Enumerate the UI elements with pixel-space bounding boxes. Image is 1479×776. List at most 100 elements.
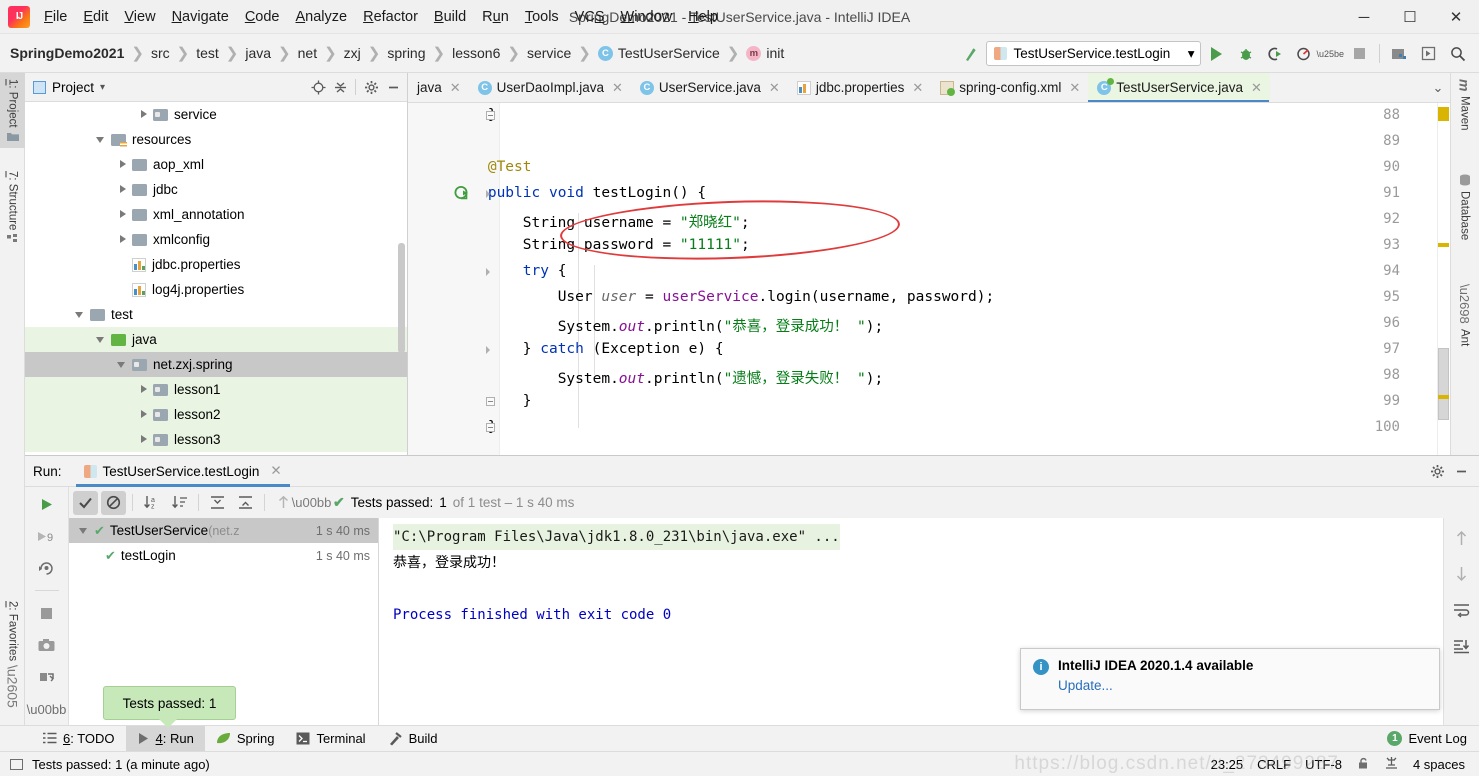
make-project-icon[interactable] [957, 40, 984, 67]
hide-panel-icon[interactable] [1451, 461, 1471, 481]
scroll-to-end-button[interactable] [1450, 636, 1474, 656]
editor-scrollbar[interactable] [1437, 103, 1450, 455]
debug-button[interactable] [1232, 40, 1259, 67]
chevron-closed-icon[interactable] [117, 209, 128, 220]
import-test-results-button[interactable] [35, 667, 59, 687]
rerun-failed-tests-button[interactable]: 9 [35, 526, 59, 546]
tree-node-jdbc[interactable]: jdbc [25, 177, 407, 202]
stop-button[interactable] [35, 603, 59, 623]
menu-item-run[interactable]: Run [474, 6, 517, 28]
chevron-closed-icon[interactable] [138, 384, 149, 395]
tree-node-resources[interactable]: resources [25, 127, 407, 152]
scroll-down-button[interactable] [1450, 564, 1474, 584]
sidebar-item-favorites[interactable]: 2: Favorites \u2605 [0, 595, 25, 714]
tree-node-log4j-properties[interactable]: log4j.properties [25, 277, 407, 302]
maximize-button[interactable]: ☐ [1387, 0, 1433, 34]
tree-node-java[interactable]: java [25, 327, 407, 352]
menu-item-build[interactable]: Build [426, 6, 474, 28]
editor-tab-testuserservice-java[interactable]: C TestUserService.java ✕ [1088, 73, 1270, 102]
close-icon[interactable]: ✕ [450, 80, 461, 96]
close-icon[interactable]: ✕ [612, 80, 623, 96]
chevron-closed-icon[interactable] [138, 434, 149, 445]
sidebar-item-database[interactable]: Database [1450, 168, 1479, 246]
editor-scrollbar-thumb[interactable] [1438, 348, 1449, 420]
code-line[interactable]: } [418, 419, 497, 435]
run-button[interactable] [1203, 40, 1230, 67]
chevron-closed-icon[interactable] [117, 234, 128, 245]
tree-node-lesson3[interactable]: lesson3 [25, 427, 407, 452]
breadcrumb-item-net[interactable]: net [298, 45, 317, 61]
chevron-closed-icon[interactable] [117, 159, 128, 170]
branch-icon[interactable] [1384, 756, 1399, 773]
notification-update-link[interactable]: Update... [1058, 678, 1427, 693]
expand-all-button[interactable] [205, 491, 230, 515]
breadcrumb-item-springdemo2021[interactable]: SpringDemo2021 [10, 45, 124, 61]
code-line[interactable]: System.out.println("恭喜，登录成功！ "); [418, 315, 884, 336]
tree-node-lesson2[interactable]: lesson2 [25, 402, 407, 427]
tree-node-xmlconfig[interactable]: xmlconfig [25, 227, 407, 252]
tree-node-service[interactable]: service [25, 102, 407, 127]
fold-marker[interactable] [486, 423, 495, 432]
code-line[interactable]: String username = "郑晓红"; [418, 211, 750, 232]
chevron-open-icon[interactable] [75, 309, 86, 320]
breadcrumb-item-service[interactable]: service [527, 45, 571, 61]
menu-item-edit[interactable]: Edit [75, 6, 116, 28]
chevron-closed-icon[interactable] [138, 409, 149, 420]
sidebar-item-maven[interactable]: m Maven [1450, 73, 1479, 137]
soft-wrap-button[interactable] [1450, 600, 1474, 620]
code-line[interactable]: } catch (Exception e) { [418, 341, 724, 357]
update-project-button[interactable] [1386, 40, 1413, 67]
breadcrumb-item-zxj[interactable]: zxj [344, 45, 361, 61]
toggle-auto-test-button[interactable] [35, 558, 59, 578]
chevron-open-icon[interactable] [79, 525, 90, 536]
breadcrumb-item-test[interactable]: test [196, 45, 219, 61]
tree-node-xml-annotation[interactable]: xml_annotation [25, 202, 407, 227]
editor-tab-java[interactable]: java ✕ [408, 73, 469, 102]
rerun-button[interactable] [35, 494, 59, 514]
breadcrumb-item-src[interactable]: src [151, 45, 170, 61]
project-view-dropdown-icon[interactable]: ▾ [100, 82, 105, 93]
export-test-results-button[interactable] [35, 635, 59, 655]
tree-node-aop-xml[interactable]: aop_xml [25, 152, 407, 177]
fold-marker[interactable] [486, 267, 495, 276]
line-separator-indicator[interactable]: CRLF [1257, 757, 1291, 772]
editor-tab-jdbc-properties[interactable]: jdbc.properties ✕ [788, 73, 931, 102]
encoding-indicator[interactable]: UTF-8 [1305, 757, 1342, 772]
editor-tab-userservice-java[interactable]: C UserService.java ✕ [631, 73, 788, 102]
menu-item-help[interactable]: Help [680, 6, 726, 28]
bottom-tab-build[interactable]: Build [377, 726, 449, 752]
editor-tab-strip[interactable]: java ✕ C UserDaoImpl.java ✕ C UserService.java… [408, 73, 1450, 103]
editor-tab-spring-config-xml[interactable]: spring-config.xml ✕ [931, 73, 1088, 102]
menu-item-vcs[interactable]: VCS [567, 6, 613, 28]
chevron-open-icon[interactable] [96, 334, 107, 345]
code-line[interactable]: } [418, 107, 497, 123]
code-line[interactable]: String password = "11111"; [418, 237, 750, 253]
menu-item-window[interactable]: Window [613, 6, 681, 28]
close-icon[interactable]: ✕ [270, 463, 281, 479]
tree-node-net-zxj-spring[interactable]: net.zxj.spring [25, 352, 407, 377]
tree-node-jdbc-properties[interactable]: jdbc.properties [25, 252, 407, 277]
sidebar-item-project[interactable]: 1: Project [0, 73, 25, 148]
fold-marker[interactable] [486, 397, 495, 406]
breadcrumb-item-lesson6[interactable]: lesson6 [452, 45, 500, 61]
fold-marker[interactable] [486, 345, 495, 354]
close-icon[interactable]: ✕ [1069, 80, 1080, 96]
run-test-gutter-icon[interactable] [454, 185, 470, 201]
search-everywhere-icon[interactable] [1444, 40, 1471, 67]
warning-marker[interactable] [1438, 107, 1449, 121]
project-tree-scrollbar[interactable] [398, 243, 405, 353]
menu-item-code[interactable]: Code [237, 6, 288, 28]
lock-icon[interactable] [1356, 756, 1370, 773]
menu-item-refactor[interactable]: Refactor [355, 6, 426, 28]
locate-file-icon[interactable] [308, 77, 328, 97]
toggle-tool-windows-icon[interactable] [10, 758, 23, 770]
run-configuration-selector[interactable]: TestUserService.testLogin ▾ [986, 41, 1202, 66]
bottom-tab-terminal[interactable]: Terminal [285, 726, 376, 752]
code-editor[interactable]: 88 }8990 @Test91 public void testLogin()… [408, 103, 1450, 455]
bottom-tab-4-run[interactable]: 4: Run [125, 725, 205, 752]
editor-tabs-overflow-icon[interactable]: ⌄ [1426, 73, 1450, 102]
settings-gear-icon[interactable] [1427, 461, 1447, 481]
warning-marker[interactable] [1438, 395, 1449, 399]
scroll-up-button[interactable] [1450, 528, 1474, 548]
editor-tab-userdaoimpl-java[interactable]: C UserDaoImpl.java ✕ [469, 73, 631, 102]
